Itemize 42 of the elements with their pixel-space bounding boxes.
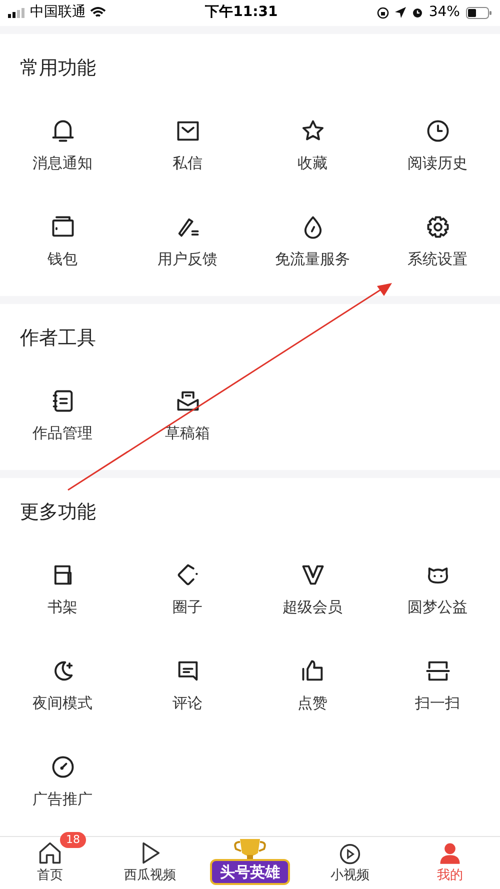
menu-item[interactable]: 钱包 bbox=[0, 200, 125, 296]
menu-item[interactable]: 用户反馈 bbox=[125, 200, 250, 296]
bell-icon bbox=[50, 118, 76, 144]
wallet-icon bbox=[50, 214, 76, 240]
clock-time: 下午11:31 bbox=[205, 3, 278, 22]
menu-item[interactable]: 消息通知 bbox=[0, 104, 125, 200]
home-icon bbox=[37, 840, 63, 866]
section-title: 更多功能 bbox=[20, 500, 96, 526]
promo-badge[interactable]: 头号英雄 bbox=[210, 858, 290, 885]
menu-item[interactable]: 私信 bbox=[125, 104, 250, 200]
menu-item[interactable]: 收藏 bbox=[250, 104, 375, 200]
battery-icon bbox=[466, 6, 492, 19]
thumbs-up-icon bbox=[300, 658, 326, 684]
menu-item[interactable]: 评论 bbox=[125, 644, 250, 740]
wifi-icon bbox=[90, 6, 106, 19]
menu-item[interactable]: 草稿箱 bbox=[125, 374, 250, 470]
menu-item[interactable]: 圆梦公益 bbox=[375, 548, 500, 644]
menu-item[interactable]: 系统设置 bbox=[375, 200, 500, 296]
menu-item[interactable]: 夜间模式 bbox=[0, 644, 125, 740]
section-title: 作者工具 bbox=[20, 326, 96, 352]
tab-item[interactable]: 西瓜视频 bbox=[124, 840, 176, 885]
tab-item[interactable]: 首页 bbox=[37, 840, 63, 885]
signal-icon bbox=[8, 8, 26, 18]
menu-item[interactable]: 圈子 bbox=[125, 548, 250, 644]
lock-rotation-icon bbox=[376, 6, 389, 19]
location-icon bbox=[394, 7, 406, 18]
tab-item[interactable]: 小视频 bbox=[330, 840, 370, 885]
menu-item[interactable]: 阅读历史 bbox=[375, 104, 500, 200]
menu-item[interactable]: 扫一扫 bbox=[375, 644, 500, 740]
battery-percent: 34% bbox=[428, 3, 460, 22]
section-title: 常用功能 bbox=[20, 56, 96, 82]
menu-item[interactable]: 作品管理 bbox=[0, 374, 125, 470]
tab-item[interactable]: 我的 bbox=[437, 840, 463, 885]
menu-item[interactable]: 免流量服务 bbox=[250, 200, 375, 296]
clock-icon bbox=[424, 118, 450, 144]
gauge-icon bbox=[50, 754, 76, 780]
menu-item[interactable]: 超级会员 bbox=[250, 548, 375, 644]
menu-item[interactable]: 点赞 bbox=[250, 644, 375, 740]
gear-icon bbox=[424, 214, 450, 240]
carrier-name: 中国联通 bbox=[30, 3, 86, 22]
menu-item[interactable]: 书架 bbox=[0, 548, 125, 644]
alarm-icon bbox=[412, 7, 423, 18]
